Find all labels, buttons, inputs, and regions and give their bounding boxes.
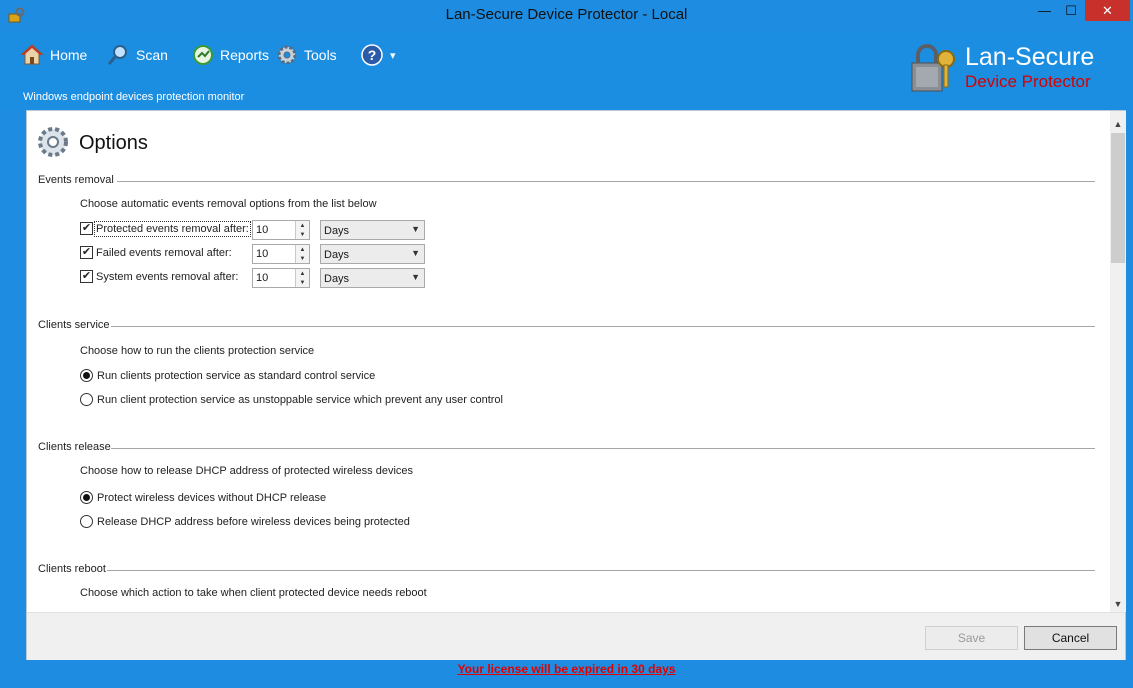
save-button[interactable]: Save [925,626,1018,650]
chevron-down-icon: ▼ [411,272,420,282]
spinner-arrows[interactable]: ▲ ▼ [295,245,309,263]
help-dropdown-caret[interactable]: ▾ [390,49,396,62]
brand-title: Lan-Secure [965,43,1095,71]
close-button[interactable]: ✕ [1085,0,1130,21]
toolbar-subtitle: Windows endpoint devices protection moni… [23,91,245,103]
main-toolbar: Home Scan Reports Tools ? ▾ Windows endp… [0,31,1133,110]
spinner-arrows[interactable]: ▲ ▼ [295,269,309,287]
service-standard-radio[interactable] [80,369,93,382]
service-option-unstoppable[interactable]: Run client protection service as unstopp… [80,393,503,406]
options-panel: Options Events removal Choose automatic … [26,110,1126,660]
failed-events-unit: Days [324,249,350,261]
toolbar-reports-button[interactable]: Reports [192,41,269,69]
magnifier-icon [106,43,130,67]
house-icon [20,43,44,67]
system-events-unit: Days [324,273,350,285]
clients-reboot-description: Choose which action to take when client … [80,587,427,599]
release-option-before-protect[interactable]: Release DHCP address before wireless dev… [80,515,410,528]
toolbar-home-button[interactable]: Home [20,41,87,69]
system-events-spinner[interactable]: 10 ▲ ▼ [252,268,310,288]
release-without-dhcp-radio[interactable] [80,491,93,504]
section-clients-service-label: Clients service [38,319,110,331]
toolbar-help-button[interactable]: ? ▾ [360,41,396,69]
failed-events-unit-select[interactable]: Days ▼ [320,244,425,264]
release-without-dhcp-label: Protect wireless devices without DHCP re… [97,491,327,504]
failed-events-value: 10 [256,248,269,260]
section-divider [111,326,1095,327]
scroll-thumb[interactable] [1111,133,1125,263]
title-bar: Lan-Secure Device Protector - Local — ☐ … [0,0,1133,31]
minimize-button[interactable]: — [1031,0,1058,21]
toolbar-home-label: Home [50,47,88,63]
section-divider [111,448,1095,449]
section-divider [117,181,1095,182]
gear-icon [276,44,298,66]
spinner-arrows[interactable]: ▲ ▼ [295,221,309,239]
toolbar-tools-button[interactable]: Tools [276,41,337,69]
service-standard-label: Run clients protection service as standa… [97,369,376,382]
chevron-down-icon: ▼ [411,248,420,258]
failed-events-checkbox[interactable]: ✔ [80,246,93,259]
service-option-standard[interactable]: Run clients protection service as standa… [80,369,375,382]
page-title: Options [79,131,148,154]
svg-text:?: ? [368,47,377,63]
protected-events-unit-select[interactable]: Days ▼ [320,220,425,240]
gear-icon [36,125,70,162]
failed-events-row: ✔ Failed events removal after: [80,246,232,259]
key-lock-icon [908,43,960,100]
brand-subtitle: Device Protector [965,72,1091,91]
toolbar-scan-label: Scan [136,47,168,63]
section-events-removal-label: Events removal [38,174,114,186]
scroll-down-arrow[interactable]: ▼ [1110,595,1126,612]
cancel-button[interactable]: Cancel [1024,626,1117,650]
failed-events-label: Failed events removal after: [96,246,232,259]
clients-service-description: Choose how to run the clients protection… [80,345,315,357]
section-clients-reboot-label: Clients reboot [38,563,106,575]
protected-events-spinner[interactable]: 10 ▲ ▼ [252,220,310,240]
chevron-down-icon: ▼ [411,224,420,234]
protected-events-value: 10 [256,224,269,236]
brand-logo-block: Lan-Secure Device Protector [908,41,1118,101]
release-option-without-dhcp[interactable]: Protect wireless devices without DHCP re… [80,491,326,504]
maximize-button[interactable]: ☐ [1058,0,1084,21]
toolbar-reports-label: Reports [220,47,270,63]
system-events-value: 10 [256,272,269,284]
toolbar-scan-button[interactable]: Scan [106,41,168,69]
toolbar-tools-label: Tools [304,47,337,63]
refresh-chart-icon [192,44,214,66]
release-before-protect-label: Release DHCP address before wireless dev… [97,515,410,528]
question-icon: ? [360,43,384,67]
events-removal-description: Choose automatic events removal options … [80,198,377,210]
vertical-scrollbar[interactable]: ▲ ▼ [1110,111,1126,612]
scroll-up-arrow[interactable]: ▲ [1110,115,1126,132]
system-events-label: System events removal after: [96,270,239,283]
system-events-unit-select[interactable]: Days ▼ [320,268,425,288]
options-scroll-area[interactable]: Options Events removal Choose automatic … [27,111,1110,612]
dialog-footer: Save Cancel [27,612,1125,660]
protected-events-label: Protected events removal after: [94,220,251,237]
system-events-checkbox[interactable]: ✔ [80,270,93,283]
section-divider [107,570,1095,571]
protected-events-checkbox[interactable]: ✔ [80,222,93,235]
release-before-protect-radio[interactable] [80,515,93,528]
window-title: Lan-Secure Device Protector - Local [445,6,688,23]
protected-events-row: ✔ Protected events removal after: [80,220,251,237]
section-clients-release-label: Clients release [38,441,111,453]
failed-events-spinner[interactable]: 10 ▲ ▼ [252,244,310,264]
license-status-link[interactable]: Your license will be expired in 30 days [0,662,1133,676]
service-unstoppable-label: Run client protection service as unstopp… [97,393,503,406]
clients-release-description: Choose how to release DHCP address of pr… [80,465,414,477]
service-unstoppable-radio[interactable] [80,393,93,406]
system-events-row: ✔ System events removal after: [80,270,238,283]
protected-events-unit: Days [324,225,350,237]
options-header: Options [36,125,148,161]
